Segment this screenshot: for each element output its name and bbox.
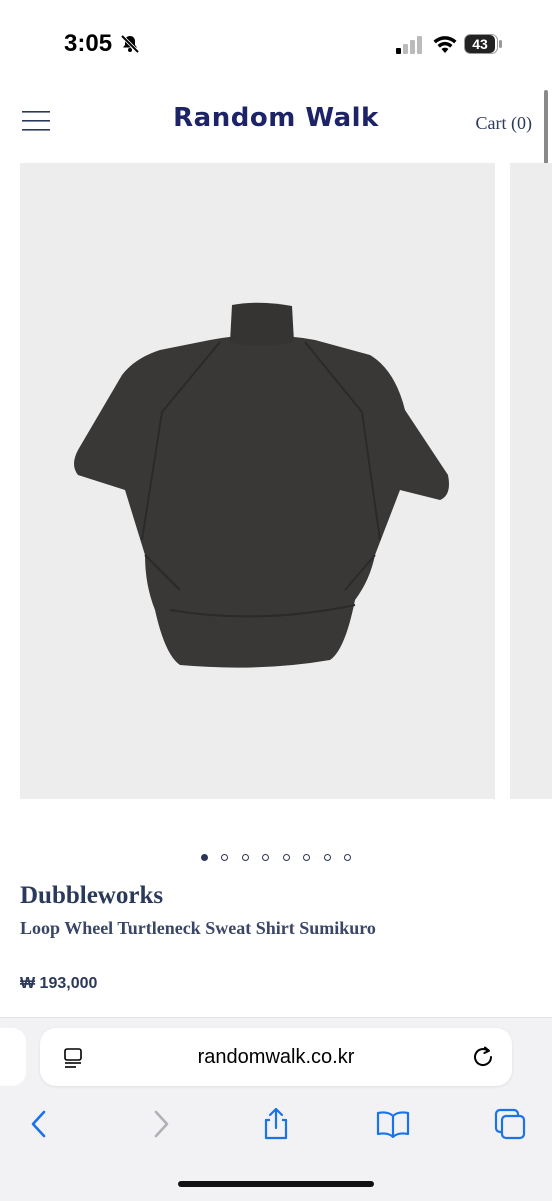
forward-arrow-icon[interactable]: [142, 1106, 178, 1142]
carousel-pagination: [0, 848, 552, 866]
site-logo[interactable]: Random Walk: [0, 103, 552, 133]
product-photo-sweatshirt: [74, 302, 449, 668]
tabs-icon[interactable]: [492, 1106, 528, 1142]
address-bar-url[interactable]: randomwalk.co.kr: [40, 1046, 512, 1069]
carousel-dot[interactable]: [323, 854, 331, 861]
next-image-slide-peek[interactable]: [510, 163, 552, 799]
cart-link[interactable]: Cart (0): [476, 113, 532, 134]
carousel-dot[interactable]: [344, 854, 352, 861]
cellular-signal-icon: [396, 36, 422, 54]
carousel-dot[interactable]: [262, 854, 270, 861]
bookmarks-icon[interactable]: [375, 1106, 411, 1142]
battery-percentage: 43: [465, 35, 495, 53]
silent-bell-icon: [120, 34, 140, 54]
carousel-dot[interactable]: [200, 854, 208, 861]
back-arrow-icon[interactable]: [22, 1106, 58, 1142]
home-indicator[interactable]: [178, 1181, 374, 1187]
product-title: Loop Wheel Turtleneck Sweat Shirt Sumiku…: [20, 918, 376, 938]
product-price: ₩ 193,000: [20, 975, 98, 992]
previous-tab-preview[interactable]: [0, 1028, 26, 1086]
status-time: 3:05: [64, 30, 113, 57]
product-vendor[interactable]: Dubbleworks: [20, 882, 163, 910]
reload-icon[interactable]: [470, 1044, 496, 1070]
status-bar: 3:05 43: [0, 0, 552, 90]
carousel-dot[interactable]: [282, 854, 290, 861]
carousel-dot[interactable]: [241, 854, 249, 861]
share-icon[interactable]: [258, 1106, 294, 1142]
carousel-dot[interactable]: [303, 854, 311, 861]
wifi-icon: [433, 36, 457, 53]
carousel-dot[interactable]: [221, 854, 229, 861]
